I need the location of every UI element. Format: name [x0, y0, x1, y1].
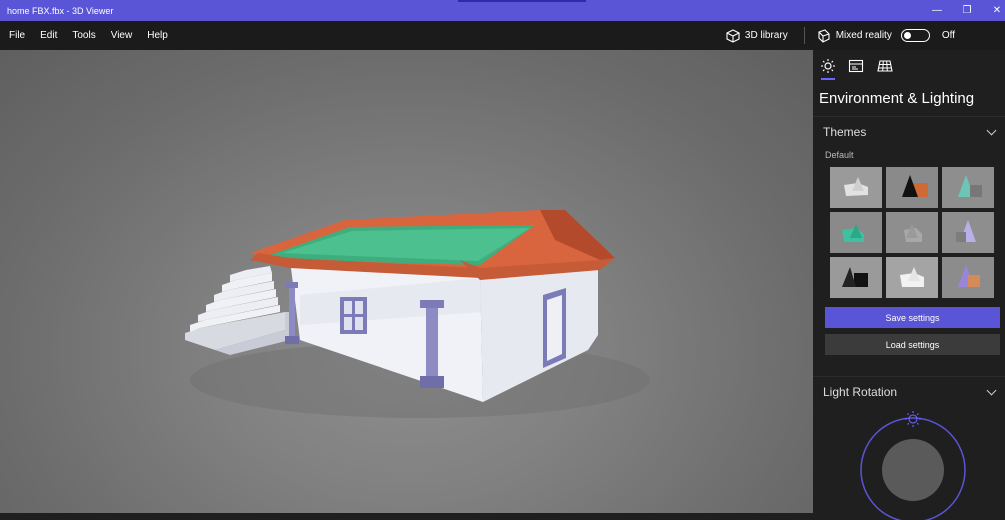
load-settings-button[interactable]: Load settings — [825, 334, 1000, 355]
theme-tile-dark[interactable] — [830, 257, 882, 298]
menu-tools[interactable]: Tools — [72, 30, 95, 41]
tab-grid[interactable] — [877, 58, 893, 74]
menu-bar: File Edit Tools View Help 3D library Mix… — [0, 21, 1005, 50]
close-button[interactable]: ✕ — [982, 0, 1005, 21]
panel-tabs — [813, 50, 1005, 82]
3d-viewport[interactable] — [0, 50, 813, 513]
themes-header[interactable]: Themes — [823, 125, 866, 139]
menu-edit[interactable]: Edit — [40, 30, 57, 41]
sun-icon — [821, 59, 835, 73]
default-theme-label: Default — [825, 150, 854, 160]
mixed-reality-icon — [818, 28, 830, 43]
title-accent — [458, 0, 586, 2]
house-stairs — [185, 266, 290, 355]
divider — [813, 376, 1005, 377]
cube-icon — [726, 28, 740, 43]
save-settings-button[interactable]: Save settings — [825, 307, 1000, 328]
divider — [813, 116, 1005, 117]
light-rotation-chevron-icon[interactable] — [986, 385, 997, 396]
themes-chevron-icon[interactable] — [986, 125, 997, 136]
panel-title: Environment & Lighting — [819, 90, 975, 107]
theme-tile-teal[interactable] — [942, 167, 994, 208]
theme-tile-sunset[interactable] — [942, 257, 994, 298]
mixed-reality-state: Off — [941, 30, 955, 41]
minimize-button[interactable]: — — [922, 0, 952, 21]
light-rotation-dial[interactable] — [858, 410, 968, 520]
house-model[interactable] — [0, 50, 813, 513]
window-title: home FBX.fbx - 3D Viewer — [7, 5, 114, 16]
theme-tile-orange-black[interactable] — [886, 167, 938, 208]
mixed-reality-label: Mixed reality — [835, 30, 892, 41]
side-panel: Environment & Lighting Themes Default Sa… — [813, 50, 1005, 520]
light-rotation-header[interactable]: Light Rotation — [823, 385, 897, 399]
library-label: 3D library — [744, 30, 788, 41]
grid-icon — [877, 60, 893, 72]
library-button[interactable]: 3D library — [726, 28, 788, 43]
mixed-reality-switch[interactable] — [900, 29, 930, 42]
theme-tile-green[interactable] — [830, 212, 882, 253]
menu-help[interactable]: Help — [147, 30, 168, 41]
menu-view[interactable]: View — [111, 30, 133, 41]
menu-separator — [803, 27, 805, 44]
theme-tile-default[interactable] — [830, 167, 882, 208]
restore-button[interactable]: ❐ — [952, 0, 982, 21]
theme-grid — [830, 167, 994, 298]
tab-lighting[interactable] — [820, 58, 836, 74]
theme-tile-white[interactable] — [886, 257, 938, 298]
stats-icon — [848, 59, 864, 73]
tab-stats[interactable] — [848, 58, 864, 74]
menu-file[interactable]: File — [9, 30, 25, 41]
mixed-reality-toggle[interactable]: Mixed reality Off — [817, 28, 955, 43]
theme-tile-gray[interactable] — [886, 212, 938, 253]
menu-right-group: 3D library Mixed reality Off — [726, 21, 1005, 50]
title-bar: home FBX.fbx - 3D Viewer — ❐ ✕ — [0, 0, 1005, 21]
active-tab-indicator — [821, 78, 835, 80]
theme-tile-purple[interactable] — [942, 212, 994, 253]
